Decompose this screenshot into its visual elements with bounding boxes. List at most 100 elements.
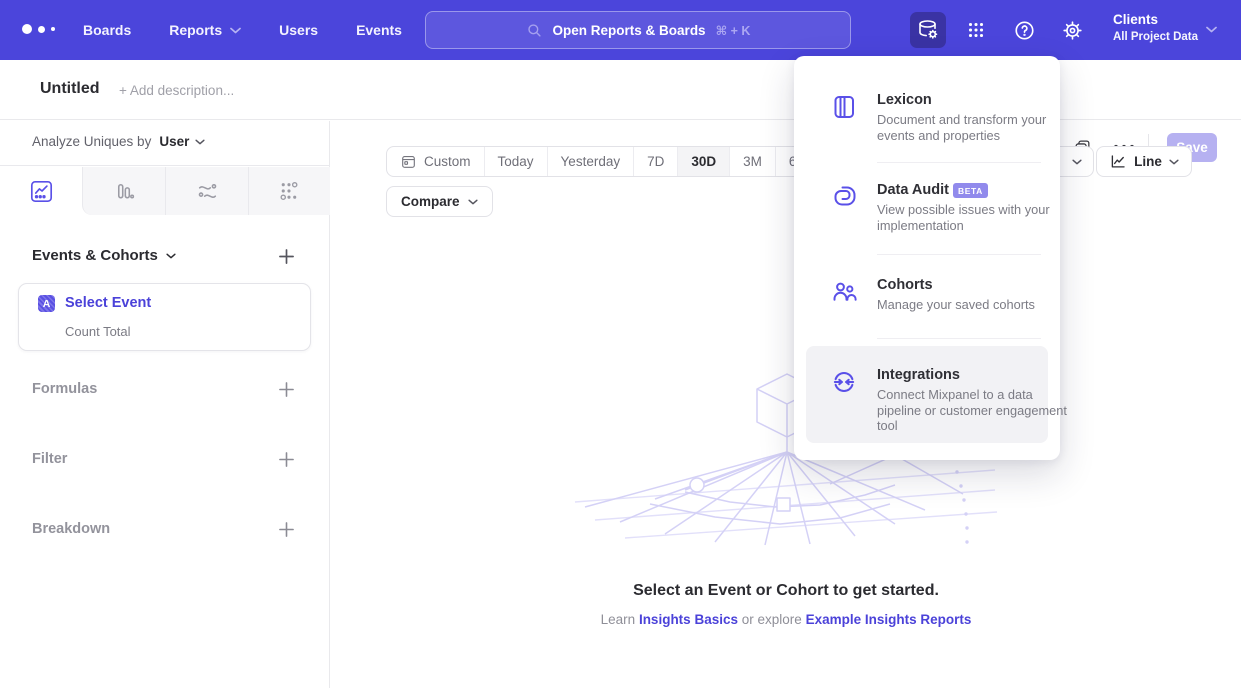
menu-item-description: Manage your saved cohorts: [877, 297, 1077, 313]
count-total-selector[interactable]: Count Total: [65, 324, 131, 339]
data-management-dropdown-panel: Lexicon Document and transform your even…: [794, 56, 1060, 460]
date-range-yesterday[interactable]: Yesterday: [548, 147, 635, 176]
empty-state-links: Learn Insights Basics or explore Example…: [331, 612, 1241, 627]
data-management-icon[interactable]: [910, 12, 946, 48]
event-letter-badge: A: [38, 295, 55, 312]
learn-prefix: Learn: [601, 612, 636, 627]
filter-section-label: Filter: [32, 451, 67, 467]
chevron-down-icon: [1169, 159, 1179, 165]
date-range-custom[interactable]: Custom: [387, 147, 485, 176]
tab-table-chart[interactable]: [248, 167, 330, 215]
chevron-down-icon: [195, 139, 205, 145]
search-placeholder: Open Reports & Boards: [553, 23, 706, 38]
add-description-field[interactable]: + Add description...: [119, 83, 234, 98]
date-range-today[interactable]: Today: [485, 147, 548, 176]
add-formula-button[interactable]: [277, 380, 295, 398]
menu-item-description: Document and transform your events and p…: [877, 112, 1055, 143]
add-event-button[interactable]: [277, 247, 295, 265]
bar-chart-icon: [112, 179, 137, 204]
menu-divider: [877, 254, 1041, 255]
global-search-input[interactable]: Open Reports & Boards ⌘ + K: [425, 11, 851, 49]
line-chart-icon: [29, 179, 54, 204]
menu-item-integrations[interactable]: Integrations Connect Mixpanel to a data …: [794, 367, 1060, 453]
events-cohorts-label: Events & Cohorts: [32, 247, 158, 264]
nav-item-label: Users: [279, 22, 318, 38]
cohorts-people-icon: [831, 279, 857, 305]
gear-icon: [1061, 19, 1084, 42]
apps-grid-icon[interactable]: [958, 12, 994, 48]
search-shortcut: ⌘ + K: [716, 23, 751, 38]
mixpanel-logo[interactable]: [22, 24, 55, 34]
settings-gear-icon[interactable]: [1054, 12, 1090, 48]
beta-badge: BETA: [953, 183, 988, 198]
menu-item-description: View possible issues with your implement…: [877, 202, 1082, 233]
nav-item-events[interactable]: Events: [356, 22, 402, 38]
add-breakdown-button[interactable]: [277, 520, 295, 538]
question-circle-icon: [1013, 19, 1036, 42]
tab-line-chart[interactable]: [0, 167, 82, 215]
breakdown-section-label: Breakdown: [32, 521, 110, 537]
select-event-label[interactable]: Select Event: [65, 295, 151, 311]
nav-item-label: Boards: [83, 22, 131, 38]
analyze-value: User: [159, 134, 189, 149]
tab-bar-chart[interactable]: [82, 167, 165, 215]
tab-flow-chart[interactable]: [165, 167, 248, 215]
logo-dot: [38, 26, 45, 33]
account-name: Clients: [1113, 11, 1198, 29]
date-range-3m[interactable]: 3M: [730, 147, 776, 176]
insights-basics-link[interactable]: Insights Basics: [639, 612, 738, 627]
report-title[interactable]: Untitled: [40, 80, 100, 98]
add-filter-button[interactable]: [277, 450, 295, 468]
date-range-label: Today: [498, 154, 534, 169]
top-navigation-bar: Boards Reports Users Events Open Reports…: [0, 0, 1241, 60]
plus-icon: [278, 248, 295, 265]
chart-type-label: Line: [1134, 154, 1162, 169]
integrations-sync-icon: [831, 369, 857, 395]
menu-item-description: Connect Mixpanel to a data pipeline or c…: [877, 387, 1067, 434]
chart-type-dropdown[interactable]: Line: [1096, 146, 1192, 177]
compare-dropdown[interactable]: Compare: [386, 186, 493, 217]
nav-links: Boards Reports Users Events: [83, 0, 402, 60]
data-audit-icon: [831, 184, 857, 210]
date-range-label: 7D: [647, 154, 664, 169]
menu-divider: [877, 338, 1041, 339]
menu-item-title: Cohorts: [877, 277, 933, 293]
chevron-down-icon[interactable]: [1206, 26, 1217, 33]
account-switcher[interactable]: Clients All Project Data: [1113, 11, 1198, 45]
date-range-control: Custom Today Yesterday 7D 30D 3M 6M: [386, 146, 822, 177]
help-icon[interactable]: [1006, 12, 1042, 48]
plus-icon: [278, 451, 295, 468]
menu-item-cohorts[interactable]: Cohorts Manage your saved cohorts: [794, 277, 1060, 327]
plus-icon: [278, 381, 295, 398]
chevron-down-icon: [468, 199, 478, 205]
date-range-30d-selected[interactable]: 30D: [678, 147, 730, 176]
nav-item-reports[interactable]: Reports: [169, 22, 241, 38]
account-project: All Project Data: [1113, 29, 1198, 45]
analyze-uniques-dropdown[interactable]: Analyze Uniques by User: [32, 134, 205, 149]
explore-text: or explore: [742, 612, 802, 627]
nav-item-label: Reports: [169, 22, 222, 38]
database-gear-icon: [916, 18, 940, 42]
menu-item-title: Integrations: [877, 367, 960, 383]
menu-item-data-audit[interactable]: Data Audit BETA View possible issues wit…: [794, 182, 1060, 252]
example-insights-reports-link[interactable]: Example Insights Reports: [806, 612, 972, 627]
search-icon: [526, 22, 543, 39]
events-cohorts-header[interactable]: Events & Cohorts: [32, 247, 176, 264]
chevron-down-icon: [1072, 159, 1082, 165]
flow-chart-icon: [195, 179, 220, 204]
date-range-label: Yesterday: [561, 154, 621, 169]
date-range-label: Custom: [424, 154, 471, 169]
select-event-card[interactable]: A Select Event Count Total: [18, 283, 311, 351]
analyze-label: Analyze Uniques by: [32, 134, 151, 149]
nav-item-boards[interactable]: Boards: [83, 22, 131, 38]
nav-item-label: Events: [356, 22, 402, 38]
menu-item-title: Data Audit: [877, 182, 949, 198]
formulas-section-label: Formulas: [32, 381, 97, 397]
date-range-7d[interactable]: 7D: [634, 147, 678, 176]
chart-type-tabs: [0, 165, 330, 214]
menu-item-lexicon[interactable]: Lexicon Document and transform your even…: [794, 92, 1060, 162]
grid-dots-icon: [965, 19, 987, 41]
nav-item-users[interactable]: Users: [279, 22, 318, 38]
mixpanel-insights-app: Boards Reports Users Events Open Reports…: [0, 0, 1241, 688]
menu-divider: [877, 162, 1041, 163]
